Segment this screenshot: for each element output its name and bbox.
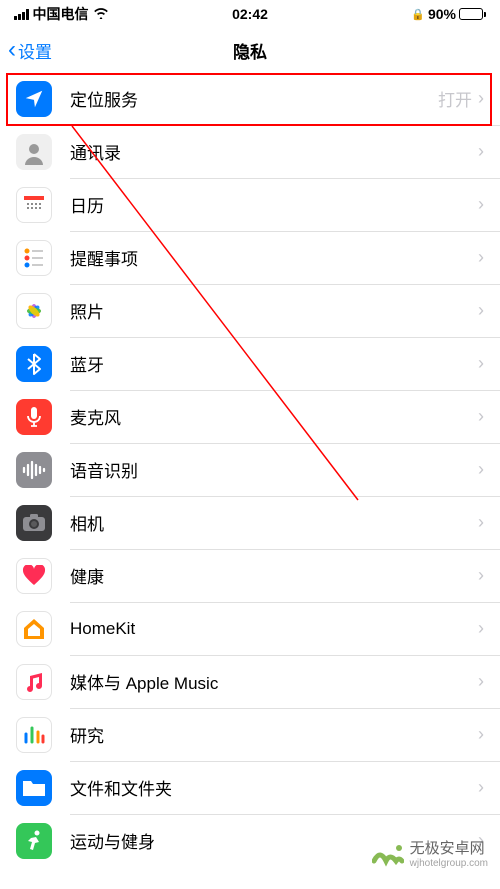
- chevron-right-icon: ›: [478, 88, 484, 109]
- row-label: 麦克风: [70, 404, 478, 429]
- home-icon: [16, 611, 52, 647]
- row-value: 打开: [438, 86, 472, 111]
- status-time: 02:42: [232, 6, 268, 22]
- row-contacts[interactable]: 通讯录 ›: [0, 125, 500, 178]
- status-bar: 中国电信 02:42 🔒 90%: [0, 0, 500, 28]
- status-left: 中国电信: [14, 4, 109, 24]
- bluetooth-icon: [16, 346, 52, 382]
- chevron-left-icon: ‹: [8, 38, 16, 62]
- contacts-icon: [16, 134, 52, 170]
- row-homekit[interactable]: HomeKit ›: [0, 602, 500, 655]
- chevron-right-icon: ›: [478, 565, 484, 586]
- signal-icon: [14, 9, 29, 20]
- camera-icon: [16, 505, 52, 541]
- folder-icon: [16, 770, 52, 806]
- row-label: 媒体与 Apple Music: [70, 669, 478, 694]
- reminders-icon: [16, 240, 52, 276]
- photos-icon: [16, 293, 52, 329]
- watermark-url: wjhotelgroup.com: [410, 858, 488, 869]
- nav-bar: ‹ 设置 隐私: [0, 28, 500, 72]
- chevron-right-icon: ›: [478, 777, 484, 798]
- chevron-right-icon: ›: [478, 406, 484, 427]
- row-media-music[interactable]: 媒体与 Apple Music ›: [0, 655, 500, 708]
- heart-icon: [16, 558, 52, 594]
- location-icon: [16, 81, 52, 117]
- chevron-right-icon: ›: [478, 353, 484, 374]
- row-microphone[interactable]: 麦克风 ›: [0, 390, 500, 443]
- battery-pct: 90%: [428, 6, 456, 22]
- row-camera[interactable]: 相机 ›: [0, 496, 500, 549]
- row-label: 研究: [70, 722, 478, 747]
- battery-icon: [459, 8, 486, 20]
- row-reminders[interactable]: 提醒事项 ›: [0, 231, 500, 284]
- row-label: 照片: [70, 298, 478, 323]
- research-icon: [16, 717, 52, 753]
- chevron-right-icon: ›: [478, 247, 484, 268]
- music-icon: [16, 664, 52, 700]
- orientation-lock-icon: 🔒: [411, 8, 425, 21]
- row-label: 相机: [70, 510, 478, 535]
- chevron-right-icon: ›: [478, 459, 484, 480]
- row-files-folders[interactable]: 文件和文件夹 ›: [0, 761, 500, 814]
- row-bluetooth[interactable]: 蓝牙 ›: [0, 337, 500, 390]
- status-right: 🔒 90%: [411, 6, 486, 22]
- settings-list: 定位服务 打开 › 通讯录 › 日历 › 提醒事项 › 照片 › 蓝牙: [0, 72, 500, 867]
- row-label: 定位服务: [70, 86, 438, 111]
- carrier-label: 中国电信: [33, 4, 89, 24]
- row-calendar[interactable]: 日历 ›: [0, 178, 500, 231]
- back-label: 设置: [18, 38, 52, 63]
- row-health[interactable]: 健康 ›: [0, 549, 500, 602]
- row-label: 蓝牙: [70, 351, 478, 376]
- microphone-icon: [16, 399, 52, 435]
- waveform-icon: [16, 452, 52, 488]
- row-label: 通讯录: [70, 139, 478, 164]
- chevron-right-icon: ›: [478, 671, 484, 692]
- watermark-title: 无极安卓网: [410, 841, 488, 858]
- row-photos[interactable]: 照片 ›: [0, 284, 500, 337]
- chevron-right-icon: ›: [478, 300, 484, 321]
- page-title: 隐私: [233, 38, 267, 63]
- row-label: 日历: [70, 192, 478, 217]
- chevron-right-icon: ›: [478, 618, 484, 639]
- chevron-right-icon: ›: [478, 194, 484, 215]
- row-speech-recognition[interactable]: 语音识别 ›: [0, 443, 500, 496]
- watermark-logo-icon: [372, 839, 404, 871]
- row-label: 提醒事项: [70, 245, 478, 270]
- row-research[interactable]: 研究 ›: [0, 708, 500, 761]
- row-location-services[interactable]: 定位服务 打开 ›: [0, 72, 500, 125]
- chevron-right-icon: ›: [478, 724, 484, 745]
- chevron-right-icon: ›: [478, 512, 484, 533]
- watermark: 无极安卓网 wjhotelgroup.com: [372, 839, 488, 871]
- row-label: HomeKit: [70, 619, 478, 639]
- wifi-icon: [93, 6, 109, 22]
- fitness-icon: [16, 823, 52, 859]
- back-button[interactable]: ‹ 设置: [8, 38, 52, 63]
- calendar-icon: [16, 187, 52, 223]
- row-label: 健康: [70, 563, 478, 588]
- row-label: 文件和文件夹: [70, 775, 478, 800]
- chevron-right-icon: ›: [478, 141, 484, 162]
- row-label: 语音识别: [70, 457, 478, 482]
